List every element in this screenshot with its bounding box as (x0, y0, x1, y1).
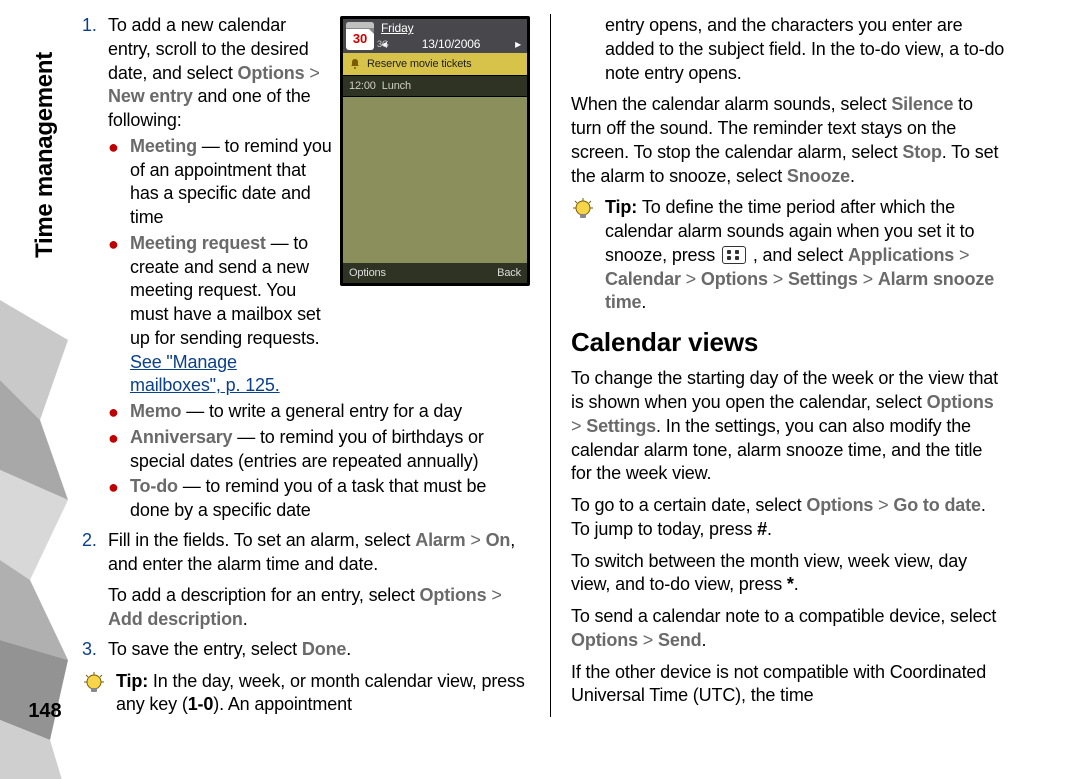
phone-reminder-row: Reserve movie tickets (343, 53, 527, 75)
phone-screenshot: 30 Friday ◂ 13/10/2006 ▸ 3G (340, 16, 530, 286)
right-column: entry opens, and the characters you ente… (550, 14, 1018, 717)
bullet-meeting-request: ● Meeting request — to create and send a… (108, 232, 332, 398)
phone-entry-row: 12:00 Lunch (343, 75, 527, 97)
phone-softkeys: Options Back (343, 263, 527, 283)
phone-day-name: Friday (381, 21, 521, 37)
views-paragraph-5: If the other device is not compatible wi… (571, 661, 1006, 709)
side-tab-label: Time management (31, 52, 59, 258)
step-2: 2. Fill in the fields. To set an alarm, … (82, 529, 530, 577)
phone-body (343, 97, 527, 263)
bullet-meeting: ● Meeting — to remind you of an appointm… (108, 135, 332, 230)
phone-soft-right: Back (497, 266, 521, 281)
views-paragraph-3: To switch between the month view, week v… (571, 550, 1006, 598)
page-number: 148 (22, 700, 68, 723)
bell-icon (349, 58, 361, 70)
views-paragraph-1: To change the starting day of the week o… (571, 367, 1006, 486)
calendar-icon: 30 (346, 22, 374, 50)
alarm-paragraph: When the calendar alarm sounds, select S… (571, 93, 1006, 188)
phone-signal: 3G (377, 39, 389, 51)
tip-continuation: entry opens, and the characters you ente… (605, 14, 1006, 85)
link-manage-mailboxes[interactable]: See "Manage mailboxes", p. 125. (130, 352, 280, 396)
lightbulb-icon (571, 210, 595, 230)
bullet-anniversary: ● Anniversary — to remind you of birthda… (108, 426, 530, 474)
step-2-description: To add a description for an entry, selec… (108, 584, 530, 632)
phone-entry-time: 12:00 (349, 79, 376, 94)
bullet-memo: ● Memo — to write a general entry for a … (108, 400, 530, 424)
phone-date: 13/10/2006 (422, 37, 481, 53)
step-3: 3. To save the entry, select Done. (82, 638, 530, 662)
phone-date-caret-r: ▸ (515, 37, 521, 53)
tip-snooze: Tip: To define the time period after whi… (571, 196, 1006, 315)
menu-key-icon (722, 246, 746, 264)
views-paragraph-2: To go to a certain date, select Options … (571, 494, 1006, 542)
phone-reminder-text: Reserve movie tickets (367, 57, 471, 72)
views-paragraph-4: To send a calendar note to a compatible … (571, 605, 1006, 653)
side-tab: Time management (22, 0, 68, 310)
lightbulb-icon (82, 684, 106, 704)
left-column: 30 Friday ◂ 13/10/2006 ▸ 3G (82, 14, 550, 717)
phone-titlebar: 30 Friday ◂ 13/10/2006 ▸ 3G (343, 19, 527, 53)
step-1: 1. To add a new calendar entry, scroll t… (82, 14, 332, 133)
phone-entry-label: Lunch (382, 79, 411, 94)
heading-calendar-views: Calendar views (571, 325, 1006, 359)
phone-soft-left: Options (349, 266, 386, 281)
tip-appointment: Tip: In the day, week, or month calendar… (82, 670, 530, 718)
bullet-todo: ● To-do — to remind you of a task that m… (108, 475, 530, 523)
